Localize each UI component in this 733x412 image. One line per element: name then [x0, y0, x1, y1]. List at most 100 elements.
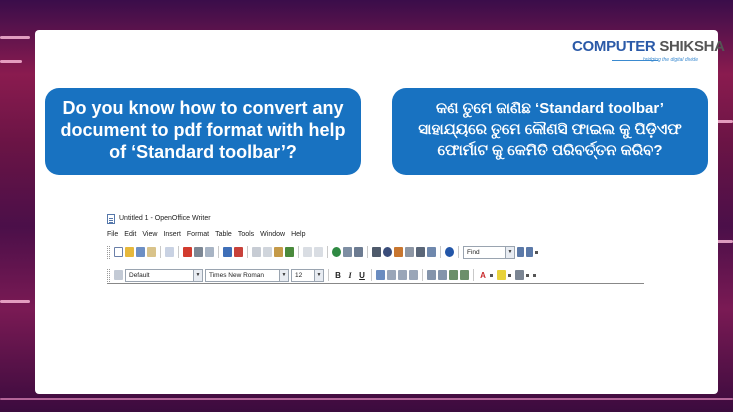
background-streak	[0, 36, 30, 39]
toolbar-separator	[160, 246, 161, 258]
increase-indent-icon[interactable]	[460, 270, 469, 280]
logo-name-part2: SHIKSHA	[659, 38, 725, 55]
window-titlebar: Untitled 1 - OpenOffice Writer	[107, 213, 211, 225]
gallery-icon[interactable]	[394, 247, 403, 257]
print-preview-icon[interactable]	[205, 247, 214, 257]
slide-card: COMPUTER SHIKSHA bridging the digital di…	[35, 30, 725, 394]
computer-shiksha-logo: COMPUTER SHIKSHA bridging the digital di…	[572, 38, 725, 72]
paragraph-style-select[interactable]: Default ▼	[125, 268, 203, 282]
paragraph-style-value: Default	[129, 271, 150, 279]
background-streak	[0, 300, 30, 303]
find-placeholder: Find	[467, 248, 480, 256]
menu-table[interactable]: Table	[215, 230, 232, 240]
toolbar-bottom-border	[107, 283, 644, 284]
font-name-select[interactable]: Times New Roman ▼	[205, 268, 289, 282]
menu-insert[interactable]: Insert	[163, 230, 181, 240]
redo-icon[interactable]	[314, 247, 323, 257]
menu-help[interactable]: Help	[291, 230, 305, 240]
menu-window[interactable]: Window	[260, 230, 285, 240]
align-left-icon[interactable]	[376, 270, 385, 280]
numbering-icon[interactable]	[427, 270, 436, 280]
navigator-icon[interactable]	[383, 247, 392, 257]
cut-icon[interactable]	[252, 247, 261, 257]
export-pdf-icon[interactable]	[183, 247, 192, 257]
question-english-line: Do you know how to convert any	[62, 98, 344, 118]
toolbar-separator	[440, 246, 441, 258]
toolbar-separator	[422, 269, 423, 281]
email-icon[interactable]	[147, 247, 156, 257]
underline-button[interactable]: U	[357, 271, 367, 280]
spellcheck-icon[interactable]	[223, 247, 232, 257]
toolbar-separator	[473, 269, 474, 281]
logo-text: COMPUTER SHIKSHA	[572, 38, 725, 55]
font-color-button[interactable]: A	[478, 271, 488, 280]
toolbar-grip[interactable]	[107, 245, 110, 259]
find-previous-icon[interactable]	[526, 247, 533, 257]
font-size-value: 12	[295, 271, 303, 279]
window-title: Untitled 1 - OpenOffice Writer	[119, 215, 211, 222]
hyperlink-icon[interactable]	[332, 247, 341, 257]
logo-tagline: bridging the digital divide	[642, 57, 698, 63]
font-name-value: Times New Roman	[209, 271, 265, 279]
undo-icon[interactable]	[303, 247, 312, 257]
chevron-down-icon[interactable]	[508, 273, 511, 277]
toolbar-options-icon[interactable]	[533, 273, 536, 277]
styles-formatting-icon[interactable]	[114, 270, 123, 280]
toolbar-separator	[328, 269, 329, 281]
chevron-down-icon[interactable]: ▼	[314, 269, 323, 281]
menu-file[interactable]: File	[107, 230, 118, 240]
question-english-line: of ‘Standard toolbar’?	[109, 142, 297, 162]
table-icon[interactable]	[343, 247, 352, 257]
data-sources-icon[interactable]	[405, 247, 414, 257]
toolbar-separator	[367, 246, 368, 258]
align-center-icon[interactable]	[387, 270, 396, 280]
chevron-down-icon[interactable]: ▼	[193, 269, 202, 281]
highlighting-icon[interactable]	[497, 270, 506, 280]
document-icon	[107, 214, 115, 224]
formatting-marks-icon[interactable]	[416, 247, 425, 257]
question-english-bubble: Do you know how to convert any document …	[45, 88, 361, 175]
font-size-select[interactable]: 12 ▼	[291, 268, 324, 282]
question-odia-line: ସାହାଯ୍ୟରେ ତୁମେ କୌଣସି ଫାଇଲ କୁ ପିଡ଼ିଏଫ	[418, 121, 682, 138]
italic-button[interactable]: I	[345, 271, 355, 280]
logo-name-part1: COMPUTER	[572, 38, 656, 55]
menu-view[interactable]: View	[142, 230, 157, 240]
help-icon[interactable]	[445, 247, 454, 257]
clone-formatting-icon[interactable]	[285, 247, 294, 257]
chevron-down-icon[interactable]: ▼	[505, 246, 514, 258]
menu-tools[interactable]: Tools	[238, 230, 254, 240]
edit-file-icon[interactable]	[165, 247, 174, 257]
question-odia-line: କଣ ତୁମେ ଜାଣିଛ ‘Standard toolbar’	[436, 100, 664, 117]
bullets-icon[interactable]	[438, 270, 447, 280]
question-odia-bubble: କଣ ତୁମେ ଜାଣିଛ ‘Standard toolbar’ ସାହାଯ୍ୟ…	[392, 88, 708, 175]
paste-icon[interactable]	[274, 247, 283, 257]
zoom-icon[interactable]	[427, 247, 436, 257]
bold-button[interactable]: B	[333, 271, 343, 280]
autospellcheck-icon[interactable]	[234, 247, 243, 257]
find-next-icon[interactable]	[517, 247, 524, 257]
chevron-down-icon[interactable]	[490, 273, 493, 277]
toolbar-separator	[218, 246, 219, 258]
copy-icon[interactable]	[263, 247, 272, 257]
chevron-down-icon[interactable]: ▼	[279, 269, 288, 281]
find-field[interactable]: Find ▼	[463, 245, 515, 259]
menu-edit[interactable]: Edit	[124, 230, 136, 240]
draw-functions-icon[interactable]	[354, 247, 363, 257]
standard-toolbar: Find ▼	[107, 244, 637, 260]
print-icon[interactable]	[194, 247, 203, 257]
toolbar-grip[interactable]	[107, 268, 110, 282]
background-streak	[0, 398, 733, 400]
background-color-icon[interactable]	[515, 270, 524, 280]
toolbar-options-icon[interactable]	[535, 250, 538, 254]
open-folder-icon[interactable]	[125, 247, 134, 257]
justify-icon[interactable]	[409, 270, 418, 280]
decrease-indent-icon[interactable]	[449, 270, 458, 280]
toolbar-separator	[178, 246, 179, 258]
align-right-icon[interactable]	[398, 270, 407, 280]
save-icon[interactable]	[136, 247, 145, 257]
new-document-icon[interactable]	[114, 247, 123, 257]
find-replace-icon[interactable]	[372, 247, 381, 257]
question-english-line: document to pdf format with help	[60, 120, 346, 140]
menu-format[interactable]: Format	[187, 230, 209, 240]
chevron-down-icon[interactable]	[526, 273, 529, 277]
